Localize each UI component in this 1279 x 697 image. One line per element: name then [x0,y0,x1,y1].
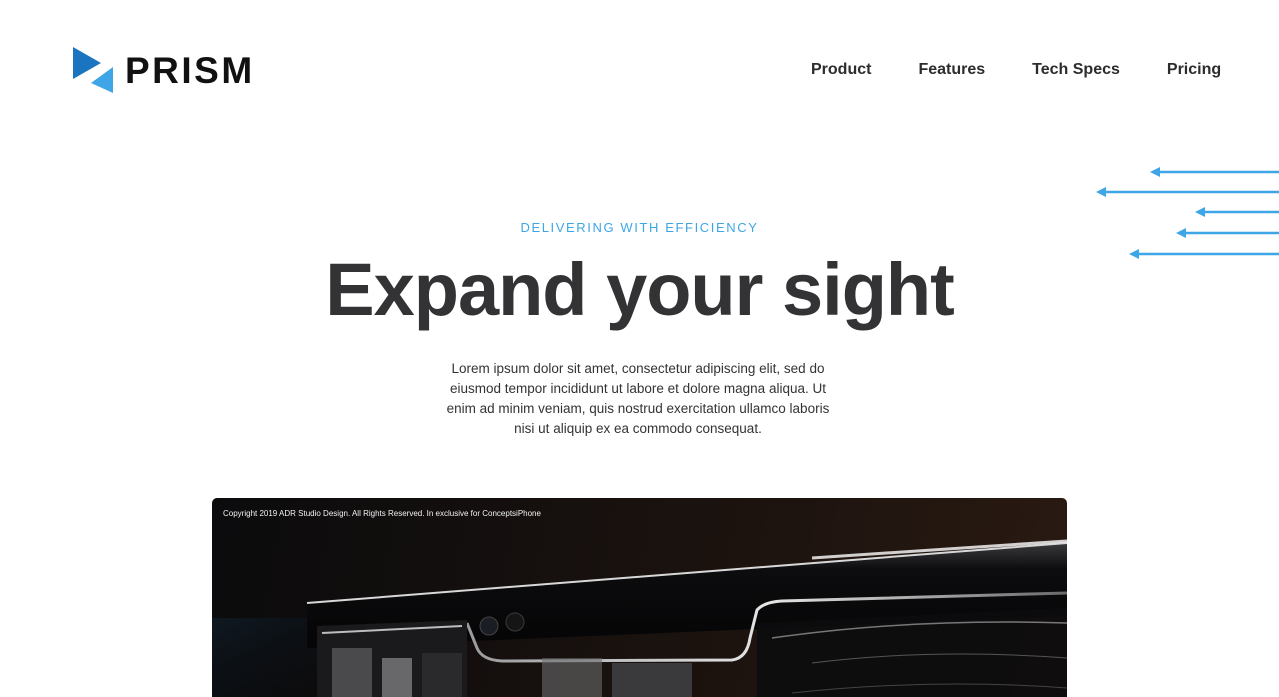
hero-description: Lorem ipsum dolor sit amet, consectetur … [446,361,830,436]
prism-triangles-icon [73,47,113,93]
brand-logo[interactable]: PRISM [73,47,255,93]
arrow-left-icon [1150,167,1279,177]
arrow-left-icon [1096,187,1279,197]
main-nav: Product Features Tech Specs Pricing [811,60,1221,80]
hero-headline: Expand your sight [325,248,955,331]
glasses-illustration [212,539,1067,697]
nav-link-features[interactable]: Features [918,60,985,80]
landing-page: PRISM Product Features Tech Specs Pricin… [0,0,1279,697]
hero-eyebrow: DELIVERING WITH EFFICIENCY [520,220,759,235]
nav-link-tech-specs[interactable]: Tech Specs [1032,60,1120,80]
brand-name: PRISM [125,49,255,91]
smart-glasses-photo: Copyright 2019 ADR Studio Design. All Ri… [212,498,1067,697]
image-copyright: Copyright 2019 ADR Studio Design. All Ri… [223,509,541,518]
arrow-left-icon [1195,207,1279,217]
nav-link-product[interactable]: Product [811,60,871,80]
nav-link-pricing[interactable]: Pricing [1167,60,1221,80]
